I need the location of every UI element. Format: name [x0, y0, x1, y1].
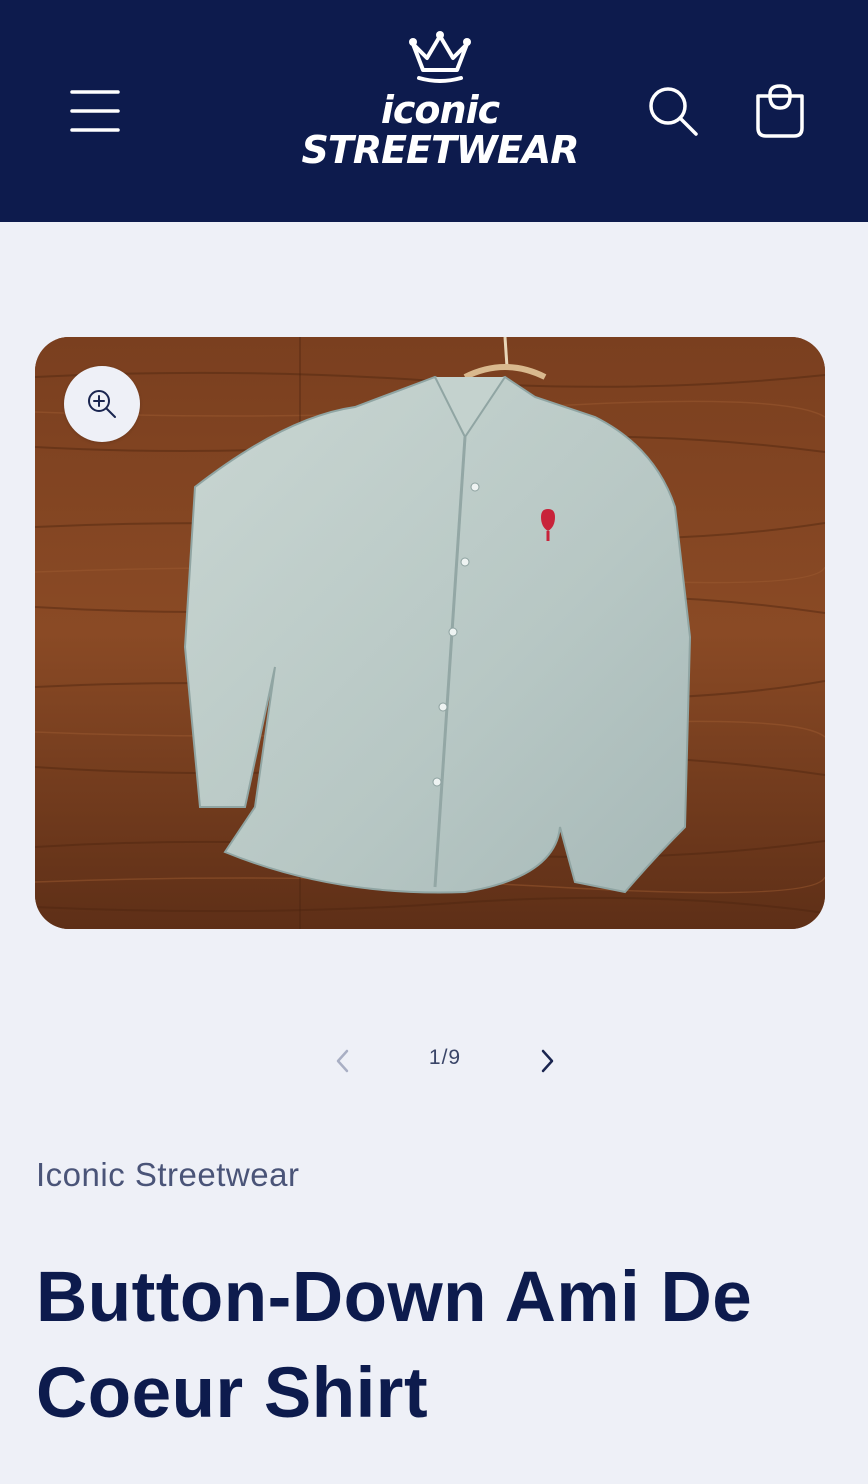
product-vendor: Iconic Streetwear	[36, 1156, 300, 1193]
image-counter: 1/9	[428, 1046, 462, 1069]
hamburger-menu-icon[interactable]	[70, 86, 120, 136]
crown-icon	[409, 31, 471, 83]
shopping-bag-icon[interactable]	[752, 82, 808, 140]
logo-text-iconic: iconic	[380, 88, 500, 132]
image-pager: 1/9	[0, 1036, 868, 1084]
search-icon[interactable]	[646, 84, 700, 138]
product-title: Button-Down Ami De Coeur Shirt	[36, 1258, 753, 1433]
zoom-in-icon[interactable]	[64, 366, 140, 442]
product-image[interactable]	[35, 337, 825, 929]
store-logo[interactable]: iconic STREETWEAR	[280, 30, 600, 190]
chevron-right-icon[interactable]	[532, 1044, 562, 1078]
logo-text-streetwear: STREETWEAR	[301, 128, 580, 172]
site-header: iconic STREETWEAR	[0, 0, 868, 222]
chevron-left-icon[interactable]	[328, 1044, 358, 1078]
